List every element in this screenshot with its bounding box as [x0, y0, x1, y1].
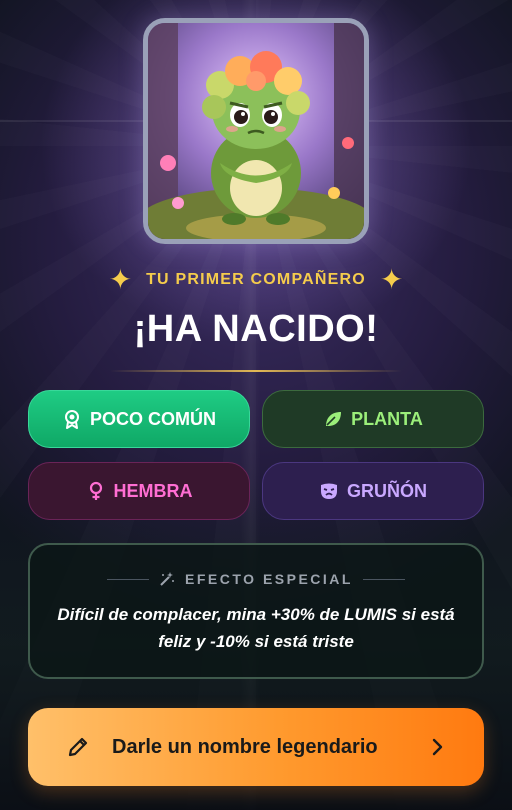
- special-effect-card: EFECTO ESPECIAL Difícil de complacer, mi…: [28, 543, 484, 679]
- mood-label: GRUÑÓN: [347, 480, 427, 501]
- type-label: PLANTA: [351, 408, 423, 429]
- magic-wand-icon: [160, 572, 175, 586]
- name-creature-button[interactable]: Darle un nombre legendario: [28, 708, 484, 786]
- sparkle-icon-right: ✦: [379, 264, 404, 295]
- mood-badge: GRUÑÓN: [262, 462, 484, 520]
- sparkle-icon-left: ✦: [108, 264, 133, 295]
- effect-heading: EFECTO ESPECIAL: [185, 571, 353, 587]
- creature-portrait: [143, 18, 369, 244]
- heading-rule-left: [107, 578, 150, 580]
- effect-description: Difícil de complacer, mina +30% de LUMIS…: [57, 605, 455, 651]
- medal-icon: [65, 410, 79, 429]
- pencil-icon: [68, 737, 88, 757]
- name-button-label: Darle un nombre legendario: [112, 735, 378, 758]
- subtitle-row: ✦ TU PRIMER COMPAÑERO ✦: [0, 266, 512, 294]
- subtitle: TU PRIMER COMPAÑERO: [146, 271, 366, 288]
- type-badge: PLANTA: [262, 390, 484, 448]
- leaf-icon: [326, 412, 342, 426]
- mask-icon: [321, 483, 337, 499]
- rarity-label: POCO COMÚN: [90, 408, 216, 429]
- effect-heading-row: EFECTO ESPECIAL: [30, 571, 482, 587]
- title-divider: [110, 370, 402, 372]
- heading-rule-right: [362, 578, 405, 580]
- female-icon: [89, 481, 102, 500]
- gender-badge: HEMBRA: [28, 462, 250, 520]
- gender-label: HEMBRA: [113, 480, 193, 501]
- chevron-right-icon: [432, 738, 443, 756]
- creature-illustration: [148, 23, 364, 239]
- page-title: ¡HA NACIDO!: [133, 308, 379, 350]
- rarity-badge: POCO COMÚN: [28, 390, 250, 448]
